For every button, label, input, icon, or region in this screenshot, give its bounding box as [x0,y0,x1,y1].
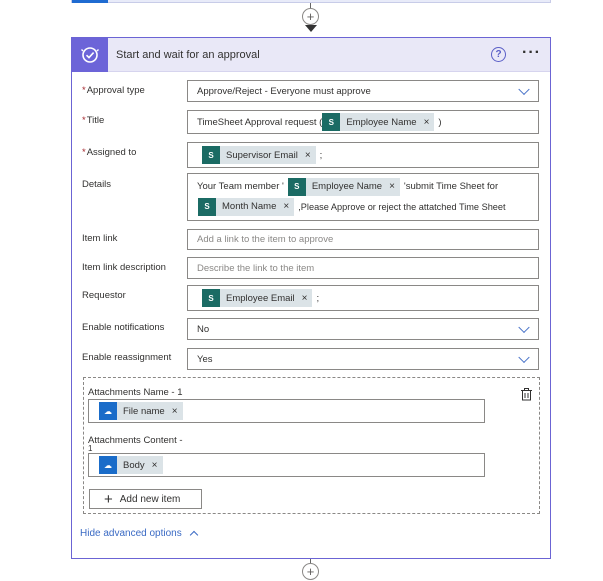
sharepoint-icon: S [202,289,220,307]
title-field[interactable]: TimeSheet Approval request ( S Employee … [187,110,539,134]
onedrive-icon: ☁ [99,402,117,420]
attachments-content-field[interactable]: ☁ Body × [88,453,485,477]
remove-token-icon[interactable]: × [389,181,395,192]
token-employee-email[interactable]: S Employee Email × [202,289,313,307]
placeholder-text: Add a link to the item to approve [197,234,334,245]
title-text-prefix: TimeSheet Approval request ( [197,116,323,128]
item-link-input[interactable]: Add a link to the item to approve [187,229,539,250]
attachments-content-label-index: 1 [88,444,93,453]
remove-token-icon[interactable]: × [302,293,308,304]
chevron-up-icon [189,530,198,540]
enable-notifications-label: Enable notifications [82,322,165,333]
card-header[interactable]: Start and wait for an approval ? ··· [72,38,550,72]
details-field[interactable]: Your Team member ' S Employee Name × 'su… [187,173,539,221]
plus-icon: + [104,490,113,508]
item-link-description-input[interactable]: Describe the link to the item [187,257,539,279]
details-text: ,Please Approve or reject the attatched … [298,201,506,212]
previous-action-accent [72,0,108,3]
token-file-name[interactable]: ☁ File name × [99,402,183,420]
requestor-label: Requestor [82,290,126,301]
token-label: Body [123,459,145,471]
arrow-down-icon [305,25,317,32]
chevron-down-icon [518,351,530,364]
sharepoint-icon: S [322,113,341,131]
dropdown-value: No [197,323,210,335]
token-label: Employee Email [226,292,295,304]
approval-icon [72,38,108,72]
title-label: *Title [82,115,105,126]
remove-token-icon[interactable]: × [424,117,430,128]
approval-type-value: Approve/Reject - Everyone must approve [197,85,371,97]
remove-token-icon[interactable]: × [172,406,178,417]
attachments-name-label: Attachments Name - 1 [88,387,183,398]
insert-step-plus-icon[interactable]: + [302,563,319,580]
token-employee-name[interactable]: S Employee Name × [322,113,435,131]
assigned-to-field[interactable]: S Supervisor Email × ; [187,142,539,168]
attachments-name-field[interactable]: ☁ File name × [88,399,485,423]
token-label: File name [123,405,165,417]
attachments-content-label: Attachments Content - [88,435,183,446]
details-text: 'submit Time Sheet for [403,181,499,192]
token-body[interactable]: ☁ Body × [99,456,163,474]
sharepoint-icon: S [202,146,220,164]
approval-action-card: Start and wait for an approval ? ··· *Ap… [71,37,551,559]
token-month-name[interactable]: S Month Name × [198,197,295,216]
add-new-item-label: Add new item [119,493,181,505]
enable-reassignment-dropdown[interactable]: Yes [187,348,539,370]
onedrive-icon: ☁ [99,456,117,474]
enable-reassignment-label: Enable reassignment [82,352,172,363]
details-label: Details [82,179,112,190]
item-link-label: Item link [82,233,118,244]
card-title: Start and wait for an approval [116,49,260,61]
token-label: Supervisor Email [226,149,298,161]
ellipsis-icon[interactable]: ··· [522,44,541,62]
add-new-item-button[interactable]: + Add new item [89,489,202,509]
remove-token-icon[interactable]: × [305,150,311,161]
enable-notifications-dropdown[interactable]: No [187,318,539,340]
hide-advanced-label: Hide advanced options [80,528,182,539]
question-circle-icon[interactable]: ? [491,47,506,62]
separator-text: ; [319,149,323,161]
placeholder-text: Describe the link to the item [197,262,315,274]
delete-icon[interactable] [520,387,533,401]
separator-text: ; [316,292,320,304]
token-label: Month Name [222,201,277,212]
token-supervisor-email[interactable]: S Supervisor Email × [202,146,316,164]
approval-type-dropdown[interactable]: Approve/Reject - Everyone must approve [187,80,539,102]
remove-token-icon[interactable]: × [152,460,158,471]
dropdown-value: Yes [197,353,213,365]
remove-token-icon[interactable]: × [283,201,289,212]
previous-action-card[interactable] [71,0,551,3]
sharepoint-icon: S [198,197,216,216]
title-text-suffix: ) [438,116,442,128]
sharepoint-icon: S [287,177,306,196]
attachments-group: Attachments Name - 1 ☁ File name × Attac… [83,377,540,514]
hide-advanced-options-link[interactable]: Hide advanced options [80,528,198,540]
requestor-field[interactable]: S Employee Email × ; [187,285,539,311]
token-label: Employee Name [346,116,417,128]
token-employee-name[interactable]: S Employee Name × [287,177,400,196]
approval-type-label: *Approval type [82,85,145,96]
details-text: Your Team member ' [197,181,284,192]
token-label: Employee Name [311,181,383,192]
chevron-down-icon [518,83,530,96]
assigned-to-label: *Assigned to [82,147,137,158]
chevron-down-icon [518,321,530,334]
item-link-description-label: Item link description [82,262,166,273]
insert-step-plus-icon[interactable]: + [302,8,319,25]
